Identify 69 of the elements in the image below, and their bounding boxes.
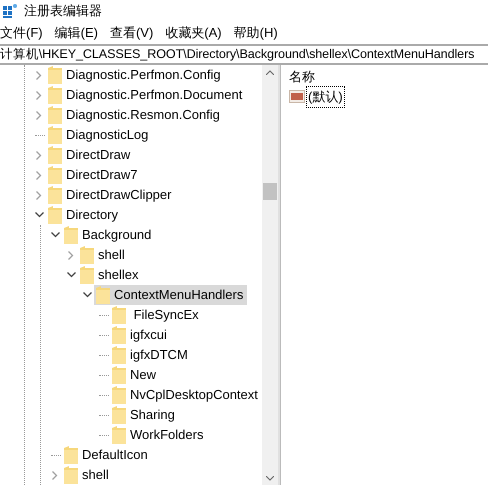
folder-icon <box>112 386 126 404</box>
chevron-right-icon[interactable] <box>36 110 42 120</box>
tree-item[interactable]: shellex <box>78 265 142 285</box>
chevron-down-icon[interactable] <box>34 212 44 218</box>
tree-item[interactable]: DefaultIcon <box>62 445 152 465</box>
folder-icon <box>112 406 126 424</box>
menu-item[interactable]: 帮助(H) <box>234 23 278 43</box>
folder-icon <box>112 366 126 384</box>
scroll-down-icon[interactable] <box>266 476 274 481</box>
chevron-down-icon[interactable] <box>82 292 92 298</box>
menu-item[interactable]: 文件(F) <box>0 23 43 43</box>
tree-item[interactable]: Sharing <box>110 405 179 425</box>
tree-item[interactable]: ContextMenuHandlers <box>94 285 248 305</box>
scroll-up-icon[interactable] <box>266 70 274 75</box>
tree-item[interactable]: FileSyncEx <box>110 305 203 325</box>
chevron-right-icon[interactable] <box>36 90 42 100</box>
tree-item[interactable]: Diagnostic.Perfmon.Config <box>46 65 225 85</box>
folder-icon <box>48 86 62 104</box>
scrollbar[interactable] <box>262 65 278 485</box>
folder-icon <box>64 446 78 464</box>
tree-item[interactable]: shell <box>78 245 129 265</box>
column-header[interactable]: 名称 <box>289 67 315 87</box>
folder-icon <box>112 346 126 364</box>
folder-icon <box>48 206 62 224</box>
tree-item[interactable]: DirectDraw7 <box>46 165 142 185</box>
menu-item[interactable]: 查看(V) <box>110 23 154 43</box>
chevron-right-icon[interactable] <box>36 190 42 200</box>
string-value-icon <box>289 90 305 104</box>
tree-item[interactable]: Diagnostic.Resmon.Config <box>46 105 224 125</box>
folder-icon <box>48 106 62 124</box>
tree-item[interactable]: DirectDraw <box>46 145 134 165</box>
tree-item[interactable]: igfxDTCM <box>110 345 192 365</box>
window-title: 注册表编辑器 <box>24 2 102 20</box>
tree-item[interactable]: New <box>110 365 160 385</box>
scrollbar-thumb[interactable] <box>263 183 277 200</box>
registry-editor-icon <box>2 3 18 19</box>
menu-item[interactable]: 编辑(E) <box>54 23 98 43</box>
folder-icon <box>80 266 94 284</box>
folder-icon <box>112 426 126 444</box>
folder-icon <box>48 166 62 184</box>
tree-item[interactable]: Background <box>62 225 156 245</box>
chevron-right-icon[interactable] <box>68 250 74 260</box>
tree-item[interactable]: Diagnostic.Perfmon.Document <box>46 85 246 105</box>
folder-icon <box>96 286 110 304</box>
address-bar[interactable]: 计算机\HKEY_CLASSES_ROOT\Directory\Background\shellex\ContextMenuHandlers <box>0 45 474 64</box>
chevron-right-icon[interactable] <box>52 470 58 480</box>
tree-item[interactable]: DirectDrawClipper <box>46 185 176 205</box>
tree-item[interactable]: Directory <box>46 205 122 225</box>
tree-item[interactable]: shell <box>62 465 113 485</box>
value-name[interactable]: (默认) <box>306 86 345 108</box>
folder-icon <box>48 126 62 144</box>
folder-icon <box>64 226 78 244</box>
folder-icon <box>48 66 62 84</box>
menu-item[interactable]: 收藏夹(A) <box>165 23 222 43</box>
tree-item[interactable]: WorkFolders <box>110 425 208 445</box>
tree-item[interactable]: igfxcui <box>110 325 171 345</box>
folder-icon <box>64 466 78 484</box>
chevron-right-icon[interactable] <box>36 70 42 80</box>
chevron-right-icon[interactable] <box>36 170 42 180</box>
folder-icon <box>112 326 126 344</box>
chevron-down-icon[interactable] <box>66 272 76 278</box>
folder-icon <box>80 246 94 264</box>
chevron-down-icon[interactable] <box>50 232 60 238</box>
tree-item[interactable]: NvCplDesktopContext <box>110 385 262 405</box>
folder-icon <box>48 146 62 164</box>
chevron-right-icon[interactable] <box>36 150 42 160</box>
tree-item[interactable]: DiagnosticLog <box>46 125 152 145</box>
folder-icon <box>48 186 62 204</box>
folder-icon <box>112 306 126 324</box>
